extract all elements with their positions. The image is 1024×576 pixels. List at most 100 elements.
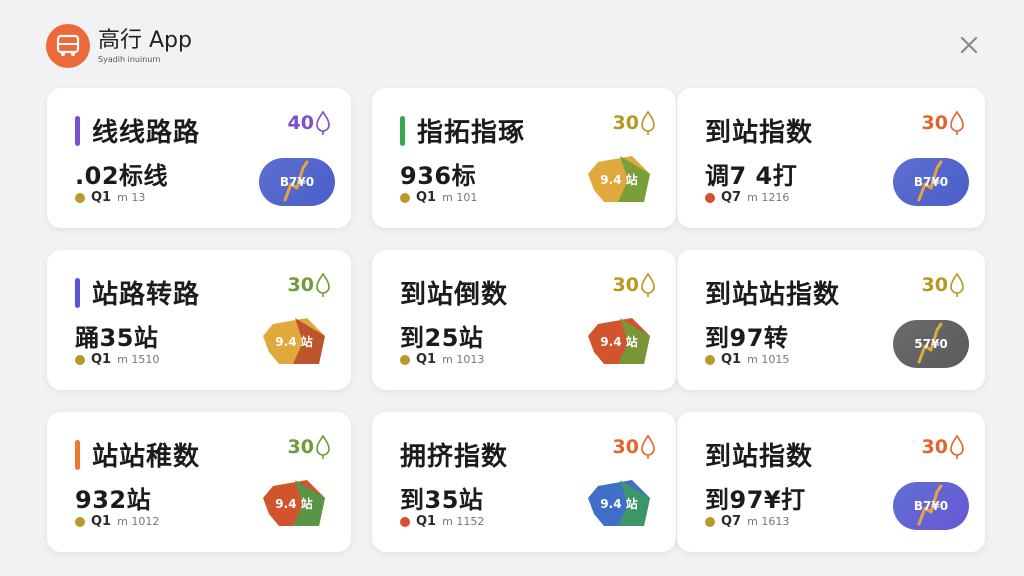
bus-icon <box>46 24 90 68</box>
score-badge: 30 <box>922 110 965 136</box>
drop-pin-icon <box>316 434 330 459</box>
status-dot <box>705 516 715 527</box>
meta-note: m 1216 <box>747 191 790 204</box>
station-tag[interactable]: 9.4 站 <box>584 476 654 530</box>
meta-code: Q7 <box>721 190 742 205</box>
drop-pin-icon <box>641 434 655 459</box>
metric-card[interactable]: 线线路路 40 .02标线 Q1 m 13 B7¥0 <box>47 88 351 228</box>
metric-card[interactable]: 指拓指琢 30 936标 Q1 m 101 9.4 站 <box>372 88 676 228</box>
accent-bar <box>75 439 80 470</box>
meta-code: Q1 <box>721 352 742 367</box>
trend-pill[interactable]: 57¥0 <box>893 320 969 368</box>
card-title: 站路转路 <box>92 280 201 310</box>
drop-pin-icon <box>950 110 964 135</box>
meta-code: Q7 <box>721 514 742 529</box>
score-badge: 30 <box>922 272 965 298</box>
metric-card[interactable]: 站路转路 30 踊35站 Q1 m 1510 9.4 站 <box>47 250 351 390</box>
metric-card[interactable]: 站站稚数 30 932站 Q1 m 1012 9.4 站 <box>47 412 351 552</box>
card-meta: Q1 m 101 <box>400 190 477 205</box>
card-title-row: 到站倒数 <box>400 274 508 311</box>
score-value: 30 <box>287 274 314 296</box>
meta-note: m 13 <box>117 191 146 204</box>
card-meta: Q1 m 1152 <box>400 514 484 529</box>
card-meta: Q1 m 1012 <box>75 514 159 529</box>
meta-code: Q1 <box>416 190 437 205</box>
score-value: 30 <box>287 436 314 458</box>
score-value: 30 <box>612 436 639 458</box>
tag-label: 9.4 站 <box>275 496 313 511</box>
app-header: 高行 App Syadih inuinurn <box>46 24 192 68</box>
status-dot <box>705 192 715 203</box>
card-title-row: 站路转路 <box>75 274 200 311</box>
close-icon <box>960 36 978 54</box>
score-value: 30 <box>921 274 948 296</box>
metric-card[interactable]: 到站倒数 30 到25站 Q1 m 1013 9.4 站 <box>372 250 676 390</box>
drop-pin-icon <box>316 272 330 297</box>
meta-code: Q1 <box>91 514 112 529</box>
card-value: 到97¥打 <box>705 486 806 514</box>
card-title-row: 线线路路 <box>75 112 200 149</box>
status-dot <box>75 516 85 527</box>
card-title-row: 到站站指数 <box>705 274 840 311</box>
card-title: 站站稚数 <box>92 442 201 472</box>
pill-label: B7¥0 <box>913 175 949 189</box>
station-tag[interactable]: 9.4 站 <box>584 314 654 368</box>
trend-pill[interactable]: B7¥0 <box>893 482 969 530</box>
metric-card[interactable]: 到站指数 30 到97¥打 Q7 m 1613 B7¥0 <box>677 412 985 552</box>
app-title: 高行 App <box>98 27 192 53</box>
meta-note: m 1015 <box>747 353 790 366</box>
card-title-row: 到站指数 <box>705 436 813 473</box>
drop-pin-icon <box>950 434 964 459</box>
card-title: 到站站指数 <box>705 280 841 310</box>
close-button[interactable] <box>954 30 984 60</box>
card-value: 踊35站 <box>75 324 159 352</box>
card-value: 936标 <box>400 162 477 190</box>
status-dot <box>705 354 715 365</box>
status-dot <box>400 192 410 203</box>
metric-card[interactable]: 到站指数 30 调7 4打 Q7 m 1216 B7¥0 <box>677 88 985 228</box>
accent-bar <box>400 115 405 146</box>
card-title: 拥挤指数 <box>400 442 509 472</box>
score-badge: 30 <box>922 434 965 460</box>
card-meta: Q1 m 1015 <box>705 352 789 367</box>
score-value: 30 <box>612 274 639 296</box>
status-dot <box>75 354 85 365</box>
meta-note: m 101 <box>442 191 478 204</box>
meta-code: Q1 <box>416 514 437 529</box>
accent-bar <box>75 115 80 146</box>
tag-label: 9.4 站 <box>275 334 313 349</box>
meta-note: m 1510 <box>117 353 160 366</box>
app-subtitle: Syadih inuinurn <box>98 54 161 64</box>
station-tag[interactable]: 9.4 站 <box>584 152 654 206</box>
score-badge: 40 <box>288 110 331 136</box>
metric-card[interactable]: 拥挤指数 30 到35站 Q1 m 1152 9.4 站 <box>372 412 676 552</box>
meta-note: m 1012 <box>117 515 160 528</box>
card-value: 到97转 <box>705 324 789 352</box>
tag-label: 9.4 站 <box>600 172 638 187</box>
pill-label: 57¥0 <box>914 337 948 351</box>
score-badge: 30 <box>288 272 331 298</box>
station-tag[interactable]: 9.4 站 <box>259 314 329 368</box>
drop-pin-icon <box>950 272 964 297</box>
card-value: .02标线 <box>75 162 169 190</box>
meta-note: m 1152 <box>442 515 485 528</box>
pill-label: B7¥0 <box>913 499 949 513</box>
station-tag[interactable]: 9.4 站 <box>259 476 329 530</box>
card-meta: Q7 m 1216 <box>705 190 789 205</box>
meta-note: m 1013 <box>442 353 485 366</box>
score-badge: 30 <box>613 272 656 298</box>
card-value: 调7 4打 <box>705 162 798 190</box>
tag-label: 9.4 站 <box>600 334 638 349</box>
card-title: 到站指数 <box>705 118 814 148</box>
card-meta: Q1 m 1510 <box>75 352 159 367</box>
card-meta: Q1 m 13 <box>75 190 145 205</box>
status-dot <box>400 516 410 527</box>
drop-pin-icon <box>316 110 330 135</box>
score-value: 30 <box>921 112 948 134</box>
trend-pill[interactable]: B7¥0 <box>893 158 969 206</box>
card-title-row: 站站稚数 <box>75 436 200 473</box>
status-dot <box>400 354 410 365</box>
card-value: 到25站 <box>400 324 484 352</box>
metric-card[interactable]: 到站站指数 30 到97转 Q1 m 1015 57¥0 <box>677 250 985 390</box>
trend-pill[interactable]: B7¥0 <box>259 158 335 206</box>
